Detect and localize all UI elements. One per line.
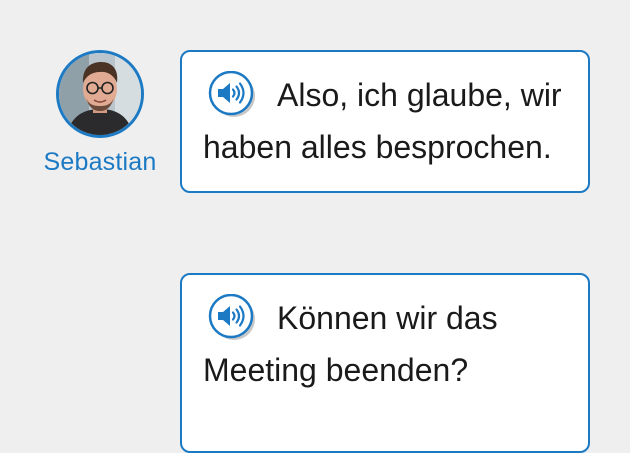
message-bubble-2: Können wir das Meeting beenden?: [180, 273, 590, 453]
message-bubble-1: Also, ich glaube, wir haben alles bespro…: [180, 50, 590, 193]
play-audio-button-1[interactable]: [203, 71, 259, 117]
speaker-name: Sebastian: [43, 148, 157, 176]
play-audio-button-2[interactable]: [203, 294, 259, 340]
speaker-volume-icon: [208, 71, 255, 117]
speaker-avatar: [56, 50, 144, 138]
speaker-volume-icon: [208, 294, 255, 340]
person-photo-icon: [59, 53, 141, 135]
